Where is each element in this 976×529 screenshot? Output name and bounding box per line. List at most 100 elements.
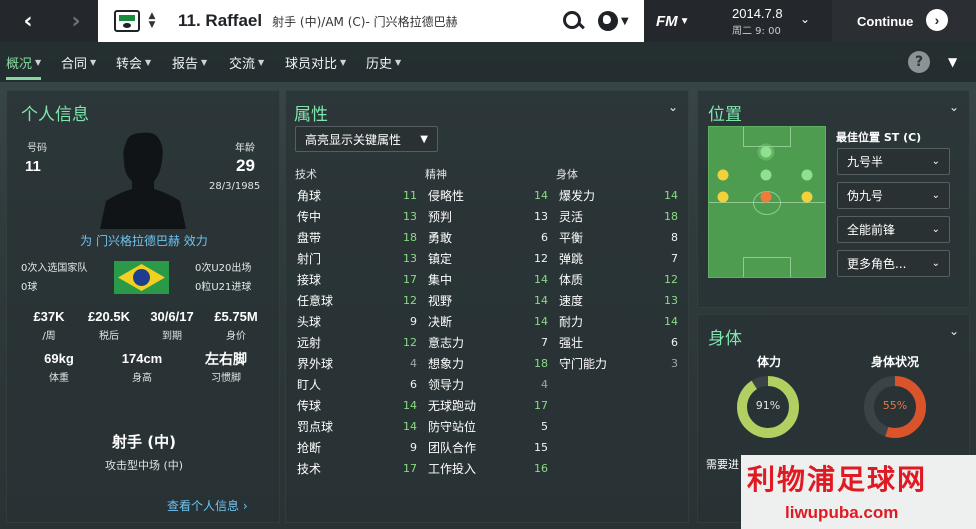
tab-label: 交流: [229, 56, 256, 72]
weight-value: 69kg: [44, 351, 74, 366]
attribute-name: 弹跳: [559, 252, 584, 266]
chevron-down-icon: ▼: [145, 57, 152, 67]
age-value: 29: [236, 156, 255, 175]
role-dropdown-3[interactable]: 全能前锋 ⌄: [837, 216, 950, 243]
help-icon[interactable]: ?: [908, 51, 930, 73]
attribute-row[interactable]: 团队合作 15: [428, 437, 548, 458]
highlight-attributes-dropdown[interactable]: 高亮显示关键属性 ▼: [295, 126, 438, 152]
attribute-name: 头球: [297, 315, 322, 329]
attribute-row[interactable]: 任意球 12: [297, 290, 417, 311]
attribute-name: 速度: [559, 294, 584, 308]
attribute-name: 传球: [297, 399, 322, 413]
attribute-row[interactable]: 耐力 14: [559, 311, 678, 332]
attribute-row[interactable]: 勇敢 6: [428, 227, 548, 248]
attribute-row[interactable]: 头球 9: [297, 311, 417, 332]
panel-title: 属性: [294, 105, 328, 125]
foot-value: 左右脚: [205, 351, 247, 367]
attribute-row[interactable]: 集中 14: [428, 269, 548, 290]
tab-player-comparison[interactable]: 球员对比 ▼: [285, 42, 346, 82]
attribute-row[interactable]: 想象力 18: [428, 353, 548, 374]
chevron-down-icon: ▼: [201, 57, 208, 67]
tab-reports[interactable]: 报告 ▼: [172, 42, 207, 82]
attribute-value: 12: [403, 336, 417, 349]
attribute-row[interactable]: 平衡 8: [559, 227, 678, 248]
attribute-row[interactable]: 远射 12: [297, 332, 417, 353]
top-bar: ‹ › ▲ ▼ 11. Raffael 射手 (中)/AM (C)- 门兴格拉德巴…: [0, 0, 976, 42]
attribute-row[interactable]: 射门 13: [297, 248, 417, 269]
role-dropdown-1[interactable]: 九号半 ⌄: [837, 148, 950, 175]
attribute-row[interactable]: 守门能力 3: [559, 353, 678, 374]
tab-contract[interactable]: 合同 ▼: [61, 42, 96, 82]
continue-button[interactable]: Continue ›: [832, 0, 976, 42]
date-chevron-down-icon[interactable]: ⌄: [800, 12, 810, 26]
attribute-row[interactable]: 传中 13: [297, 206, 417, 227]
attribute-row[interactable]: 界外球 4: [297, 353, 417, 374]
position-dot-amr: [801, 169, 813, 181]
date-display[interactable]: 2014.7.8 周二 9: 00: [712, 6, 832, 37]
attribute-row[interactable]: 领导力 4: [428, 374, 548, 395]
club-switch-arrows-icon[interactable]: ▲ ▼: [146, 12, 158, 30]
attribute-row[interactable]: 强壮 6: [559, 332, 678, 353]
attribute-row[interactable]: 意志力 7: [428, 332, 548, 353]
panel-chevron-down-icon[interactable]: ⌄: [949, 324, 959, 338]
attribute-value: 14: [534, 294, 548, 307]
attribute-row[interactable]: 传球 14: [297, 395, 417, 416]
attribute-name: 任意球: [297, 294, 334, 308]
attribute-value: 18: [403, 231, 417, 244]
attribute-row[interactable]: 防守站位 5: [428, 416, 548, 437]
attribute-row[interactable]: 速度 13: [559, 290, 678, 311]
club-link[interactable]: 为 门兴格拉德巴赫 效力: [7, 232, 281, 249]
tab-history[interactable]: 历史 ▼: [366, 42, 401, 82]
tab-overview[interactable]: 概况 ▼: [6, 42, 42, 82]
tab-interaction[interactable]: 交流 ▼: [229, 42, 264, 82]
attribute-row[interactable]: 接球 17: [297, 269, 417, 290]
attribute-row[interactable]: 工作投入 16: [428, 458, 548, 479]
attribute-row[interactable]: 视野 14: [428, 290, 548, 311]
brazil-flag-icon[interactable]: [114, 261, 169, 294]
attribute-row[interactable]: 爆发力 14: [559, 185, 678, 206]
secondary-role: 攻击型中场 (中): [104, 459, 184, 472]
attribute-row[interactable]: 灵活 18: [559, 206, 678, 227]
chevron-down-icon: ▼: [340, 57, 347, 67]
club-crest-icon[interactable]: [114, 10, 140, 32]
tab-transfer[interactable]: 转会 ▼: [116, 42, 151, 82]
panel-chevron-down-icon[interactable]: ⌄: [668, 100, 678, 114]
attribute-row[interactable]: 技术 17: [297, 458, 417, 479]
attribute-row[interactable]: 决断 14: [428, 311, 548, 332]
attribute-row[interactable]: 体质 12: [559, 269, 678, 290]
attribute-value: 4: [410, 357, 417, 370]
menu-chevron-down-icon[interactable]: ▼: [948, 55, 957, 69]
birthdate: 28/3/1985: [209, 181, 261, 192]
world-button[interactable]: ▼: [598, 8, 638, 34]
attribute-row[interactable]: 盯人 6: [297, 374, 417, 395]
attribute-row[interactable]: 镇定 12: [428, 248, 548, 269]
attribute-row[interactable]: 无球跑动 17: [428, 395, 548, 416]
attribute-row[interactable]: 罚点球 14: [297, 416, 417, 437]
more-roles-dropdown[interactable]: 更多角色... ⌄: [837, 250, 950, 277]
view-profile-link[interactable]: 查看个人信息 ›: [167, 497, 248, 514]
attribute-value: 7: [541, 336, 548, 349]
attribute-row[interactable]: 侵略性 14: [428, 185, 548, 206]
attribute-name: 团队合作: [428, 441, 477, 455]
globe-icon: [598, 11, 618, 31]
attribute-name: 罚点球: [297, 420, 334, 434]
attribute-row[interactable]: 角球 11: [297, 185, 417, 206]
attribute-value: 9: [410, 441, 417, 454]
chevron-down-icon: ▼: [90, 57, 97, 67]
fm-menu-button[interactable]: FM ▼: [656, 0, 702, 42]
forward-arrow-icon[interactable]: ›: [54, 0, 98, 42]
back-arrow-icon[interactable]: ‹: [6, 0, 50, 42]
attribute-row[interactable]: 预判 13: [428, 206, 548, 227]
position-dot-aml: [717, 169, 729, 181]
attribute-row[interactable]: 弹跳 7: [559, 248, 678, 269]
attribute-name: 勇敢: [428, 231, 453, 245]
attribute-value: 17: [534, 399, 548, 412]
condition-value: 91%: [755, 399, 781, 412]
role-dropdown-2[interactable]: 伪九号 ⌄: [837, 182, 950, 209]
search-icon[interactable]: [560, 8, 586, 34]
attribute-value: 14: [664, 315, 678, 328]
attribute-row[interactable]: 抢断 9: [297, 437, 417, 458]
attribute-row[interactable]: 盘带 18: [297, 227, 417, 248]
panel-chevron-down-icon[interactable]: ⌄: [949, 100, 959, 114]
attribute-value: 18: [534, 357, 548, 370]
